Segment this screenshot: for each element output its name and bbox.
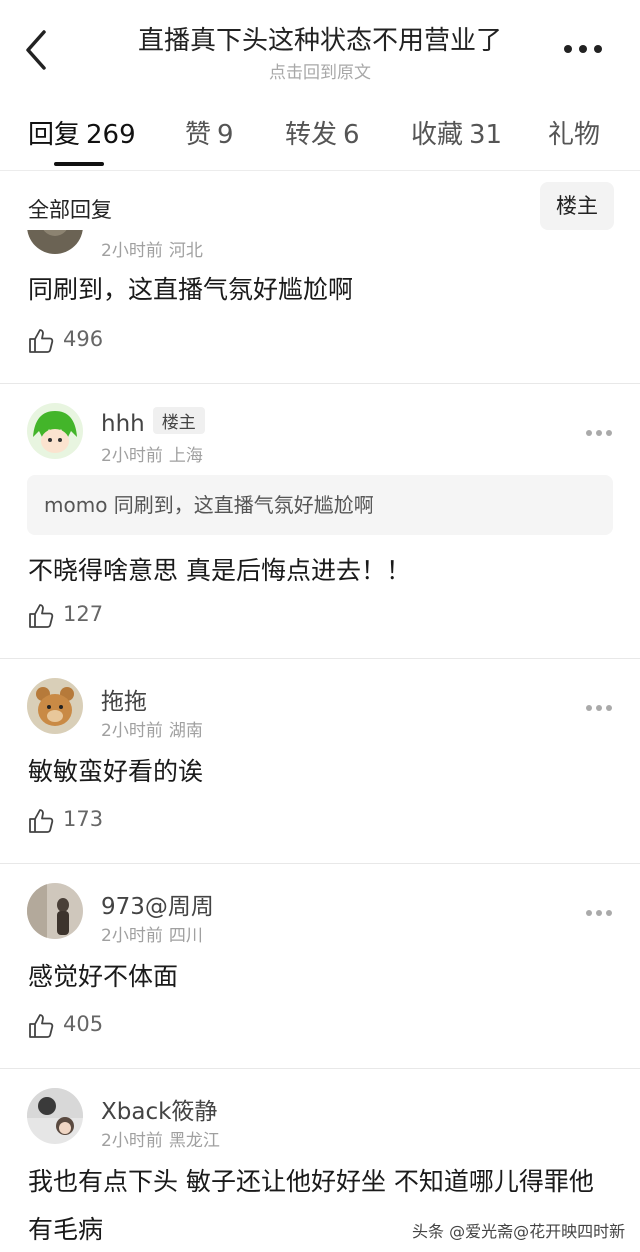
comment-time: 2小时前 <box>101 446 163 466</box>
chevron-left-icon <box>26 30 46 70</box>
comment-region: 黑龙江 <box>168 1131 220 1151</box>
comment-more-button[interactable] <box>584 903 614 923</box>
comment-region: 四川 <box>168 926 203 946</box>
all-replies-label: 全部回复 <box>28 198 112 222</box>
source-watermark: 头条 @爱光斋@花开映四时新 <box>410 1218 628 1242</box>
tab-replies[interactable]: 回复 269 <box>28 114 136 151</box>
avatar[interactable] <box>27 230 83 254</box>
tab-label: 收藏 <box>411 120 464 150</box>
comment-text[interactable]: 不晓得啥意思 真是后悔点进去！！ <box>28 547 614 595</box>
back-button[interactable] <box>18 26 58 74</box>
like-count: 496 <box>63 327 104 351</box>
tab-label: 转发 <box>285 120 338 150</box>
comment-meta: 2小时前 黑龙江 <box>101 1126 220 1151</box>
thumbs-up-icon <box>29 809 54 833</box>
comment-region: 河北 <box>168 241 203 261</box>
quoted-username: momo <box>44 493 108 517</box>
quoted-reply[interactable]: momo 同刷到，这直播气氛好尴尬啊 <box>27 475 613 535</box>
comment-list: 2小时前 河北 同刷到，这直播气氛好尴尬啊 496 hhh 楼主 2小时前 上海 mo… <box>0 230 640 1252</box>
avatar[interactable] <box>27 403 83 459</box>
like-count: 405 <box>63 1012 104 1036</box>
more-horizontal-icon <box>586 430 612 436</box>
comment-text[interactable]: 感觉好不体面 <box>28 953 614 1001</box>
comment-region: 上海 <box>168 446 203 466</box>
avatar[interactable] <box>27 1088 83 1144</box>
comment-username[interactable]: 拖拖 <box>101 682 147 716</box>
tab-bar: 回复 269 赞9 转发 6 收藏 31 礼物 <box>0 100 640 171</box>
more-horizontal-icon <box>586 705 612 711</box>
comment-item: hhh 楼主 2小时前 上海 momo 同刷到，这直播气氛好尴尬啊 不晓得啥意思 真… <box>0 383 640 659</box>
like-count: 173 <box>63 807 104 831</box>
active-tab-indicator <box>54 162 104 166</box>
comment-text[interactable]: 敏敏蛮好看的诶 <box>28 748 614 796</box>
comment-meta: 2小时前 上海 <box>101 441 203 466</box>
comment-time: 2小时前 <box>101 241 163 261</box>
comment-more-button[interactable] <box>584 698 614 718</box>
avatar[interactable] <box>27 883 83 939</box>
tab-count: 9 <box>217 120 234 150</box>
tab-gifts[interactable]: 礼物 <box>548 114 600 151</box>
comment-meta: 2小时前 河北 <box>101 236 203 261</box>
comment-meta: 2小时前 四川 <box>101 921 203 946</box>
comment-username[interactable]: 973@周周 <box>101 887 214 921</box>
more-horizontal-icon <box>564 45 602 53</box>
comment-time: 2小时前 <box>101 721 163 741</box>
tab-label: 礼物 <box>548 120 601 150</box>
thumbs-up-icon <box>29 1014 54 1038</box>
tab-favorites[interactable]: 收藏 31 <box>411 114 502 151</box>
tab-reposts[interactable]: 转发 6 <box>285 114 360 151</box>
comment-region: 湖南 <box>168 721 203 741</box>
comment-username[interactable]: hhh 楼主 <box>101 407 205 437</box>
like-count: 127 <box>63 602 104 626</box>
tab-likes[interactable]: 赞9 <box>185 114 234 151</box>
tab-label: 赞 <box>185 120 212 150</box>
avatar[interactable] <box>27 678 83 734</box>
post-title[interactable]: 直播真下头这种状态不用营业了 <box>70 20 570 57</box>
comment-username[interactable]: Xback筱静 <box>101 1092 217 1126</box>
top-bar: 直播真下头这种状态不用营业了 点击回到原文 <box>0 0 640 100</box>
tab-count: 6 <box>343 120 360 150</box>
quoted-text: 同刷到，这直播气氛好尴尬啊 <box>113 493 374 517</box>
op-only-button[interactable]: 楼主 <box>540 182 614 230</box>
comment-time: 2小时前 <box>101 1131 163 1151</box>
comment-item: 拖拖 2小时前 湖南 敏敏蛮好看的诶 173 <box>0 658 640 864</box>
op-badge: 楼主 <box>152 407 205 434</box>
comment-item: 2小时前 河北 同刷到，这直播气氛好尴尬啊 496 <box>0 230 640 384</box>
more-horizontal-icon <box>586 910 612 916</box>
comment-time: 2小时前 <box>101 926 163 946</box>
thumbs-up-icon <box>29 604 54 628</box>
tab-label: 回复 <box>28 120 81 150</box>
username-text: hhh <box>101 411 145 437</box>
comment-meta: 2小时前 湖南 <box>101 716 203 741</box>
more-options-button[interactable] <box>558 34 608 64</box>
thumbs-up-icon <box>29 329 54 353</box>
comment-more-button[interactable] <box>584 423 614 443</box>
back-to-original-link[interactable]: 点击回到原文 <box>70 58 570 83</box>
tab-count: 31 <box>469 120 503 150</box>
tab-count: 269 <box>86 120 136 150</box>
comment-text[interactable]: 同刷到，这直播气氛好尴尬啊 <box>28 266 614 314</box>
comment-item: 973@周周 2小时前 四川 感觉好不体面 405 <box>0 863 640 1069</box>
